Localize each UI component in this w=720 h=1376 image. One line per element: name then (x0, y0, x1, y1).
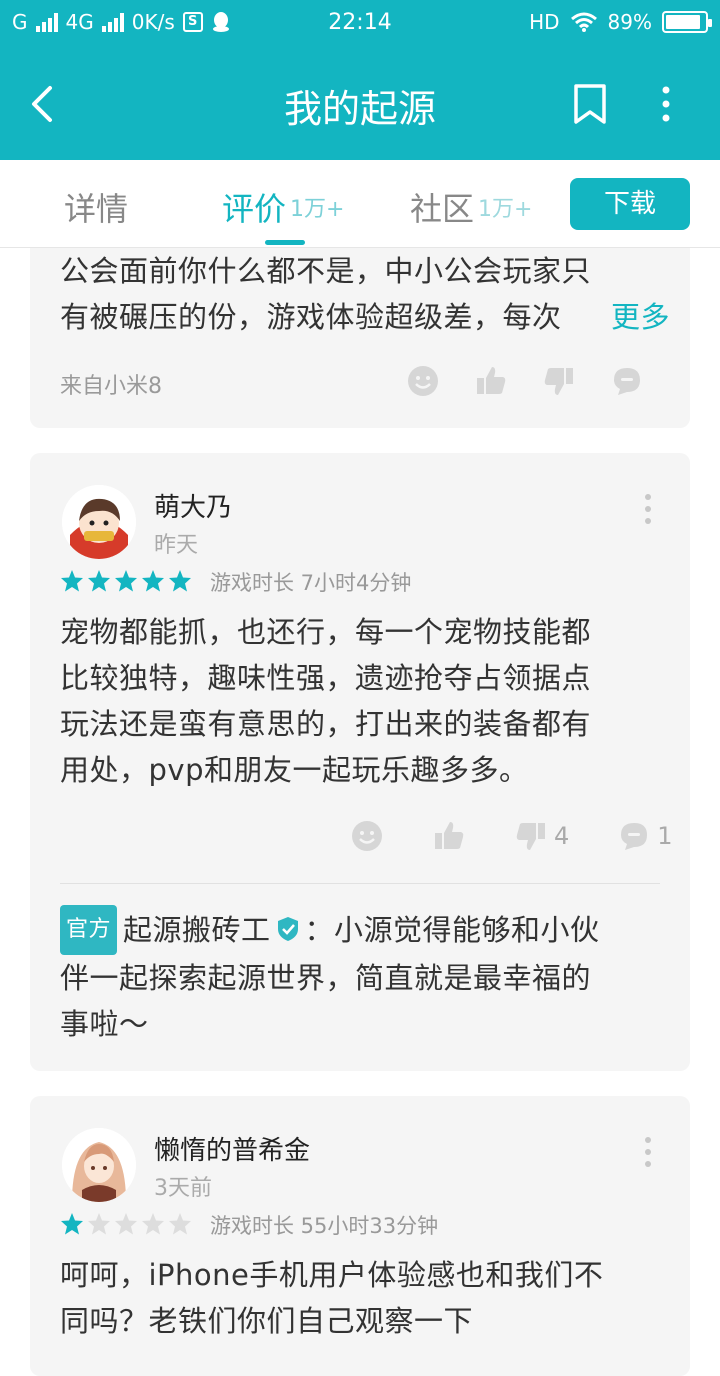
official-badge: 官方 (60, 905, 118, 955)
tab-community[interactable]: 社区 1万+ (410, 184, 532, 230)
avatar-image (62, 485, 136, 559)
divider (60, 883, 660, 884)
reply-author[interactable]: 起源搬砖工 (123, 913, 271, 947)
battery-icon (662, 11, 712, 33)
more-vertical-icon[interactable] (642, 491, 654, 527)
tab-reviews[interactable]: 评价 1万+ (222, 184, 344, 230)
thumbs-down-icon (544, 368, 573, 395)
star-empty-icon (88, 1213, 110, 1235)
comment-button[interactable]: 1 (617, 819, 673, 853)
review-device: 来自小米8 (60, 374, 162, 399)
review-actions: 4 1 (350, 819, 673, 853)
rating-stars (60, 569, 192, 593)
review-line: 公会面前你什么都不是，中小公会玩家只 (60, 254, 592, 288)
review-line: 玩法还是蛮有意思的，打出来的装备都有 (60, 707, 592, 741)
wifi-icon (570, 12, 597, 32)
thumbs-up-icon (477, 367, 506, 394)
review-line: 用处，pvp和朋友一起玩乐趣多多。 (60, 753, 529, 787)
star-filled-icon (88, 570, 110, 592)
reply-line: 事啦～ (60, 1007, 149, 1041)
review-line: 同吗？老铁们你们自己观察一下 (60, 1304, 474, 1338)
avatar-image (62, 1128, 136, 1202)
username[interactable]: 萌大乃 (154, 487, 232, 524)
review-body: 宠物都能抓，也还行，每一个宠物技能都 比较独特，趣味性强，遗迹抢夺占领据点 玩法… (60, 609, 670, 793)
review-line-text: 有被碾压的份，游戏体验超级差，每次 (60, 300, 562, 334)
tab-details[interactable]: 详情 (64, 184, 128, 230)
verified-icon (277, 917, 298, 941)
avatar[interactable] (62, 1128, 136, 1202)
more-vertical-icon[interactable] (652, 82, 680, 126)
emoji-icon (408, 366, 438, 396)
review-card: 萌大乃 昨天 游戏时长 7小时4分钟 宠物都能抓，也还行，每一个宠物技能都 比较… (30, 453, 690, 1071)
comment-icon (614, 368, 640, 395)
review-line: 呵呵，iPhone手机用户体验感也和我们不 (60, 1258, 604, 1292)
top-bar: G 4G 0K/s S 22:14 HD 89% 我的起源 (0, 0, 720, 160)
star-filled-icon (142, 570, 164, 592)
emoji-icon (352, 821, 382, 851)
dislike-count: 4 (554, 822, 570, 850)
review-more-wrap: 更多 (560, 294, 670, 340)
star-filled-icon (61, 570, 83, 592)
review-card: 懒惰的普希金 3天前 游戏时长 55小时33分钟 呵呵，iPhone手机用户体验… (30, 1096, 690, 1376)
review-time: 3天前 (154, 1176, 212, 1201)
official-reply: 官方 起源搬砖工 ：小源觉得能够和小伙 伴一起探索起源世界，简直就是最幸福的 事啦～ (60, 905, 670, 1047)
star-filled-icon (169, 570, 191, 592)
tab-details-label: 详情 (64, 190, 129, 228)
reply-line: 官方 起源搬砖工 ：小源觉得能够和小伙 (60, 905, 670, 955)
tab-reviews-count: 1万+ (290, 197, 345, 222)
thumbs-up-icon (435, 822, 464, 849)
status-bar: G 4G 0K/s S 22:14 HD 89% (0, 0, 720, 46)
emoji-button[interactable] (406, 364, 440, 398)
hd-label: HD (529, 10, 560, 34)
review-line: 有被碾压的份，游戏体验超级差，每次 更多 (60, 294, 670, 340)
username[interactable]: 懒惰的普希金 (154, 1130, 310, 1167)
dislike-button[interactable] (542, 364, 576, 398)
tab-bar: 详情 评价 1万+ 社区 1万+ 下载 (0, 160, 720, 248)
comment-count: 1 (657, 822, 673, 850)
tab-active-indicator (265, 240, 305, 245)
playtime: 游戏时长 55小时33分钟 (210, 1214, 439, 1238)
star-empty-icon (169, 1213, 191, 1235)
bookmark-icon[interactable] (570, 82, 610, 126)
comment-icon (621, 823, 648, 850)
battery-percent: 89% (607, 10, 652, 34)
review-more-link[interactable]: 更多 (611, 300, 670, 334)
playtime: 游戏时长 7小时4分钟 (210, 571, 412, 595)
more-vertical-icon[interactable] (642, 1134, 654, 1170)
star-empty-icon (142, 1213, 164, 1235)
star-filled-icon (115, 570, 137, 592)
review-body: 呵呵，iPhone手机用户体验感也和我们不 同吗？老铁们你们自己观察一下 (60, 1252, 670, 1344)
avatar[interactable] (62, 485, 136, 559)
rating-stars (60, 1212, 192, 1236)
review-time: 昨天 (154, 533, 199, 558)
tab-community-label: 社区 (410, 190, 475, 228)
comment-button[interactable] (610, 364, 644, 398)
like-button[interactable] (474, 364, 508, 398)
tab-community-count: 1万+ (478, 197, 533, 222)
dislike-button[interactable]: 4 (514, 819, 569, 853)
app-bar: 我的起源 (0, 46, 720, 160)
star-empty-icon (115, 1213, 137, 1235)
tab-reviews-label: 评价 (222, 190, 287, 228)
reply-line: 伴一起探索起源世界，简直就是最幸福的 (60, 961, 592, 995)
reply-text: ：小源觉得能够和小伙 (304, 913, 600, 947)
review-line: 宠物都能抓，也还行，每一个宠物技能都 (60, 615, 592, 649)
emoji-button[interactable] (350, 819, 384, 853)
review-card: 公会面前你什么都不是，中小公会玩家只 有被碾压的份，游戏体验超级差，每次 更多 … (30, 248, 690, 428)
page-title: 我的起源 (283, 87, 436, 131)
review-actions (406, 364, 644, 398)
star-filled-icon (61, 1213, 83, 1235)
thumbs-down-icon (516, 823, 545, 850)
review-body: 公会面前你什么都不是，中小公会玩家只 有被碾压的份，游戏体验超级差，每次 更多 (60, 248, 670, 340)
like-button[interactable] (432, 819, 466, 853)
review-line: 比较独特，趣味性强，遗迹抢夺占领据点 (60, 661, 592, 695)
download-button[interactable]: 下载 (570, 178, 690, 230)
